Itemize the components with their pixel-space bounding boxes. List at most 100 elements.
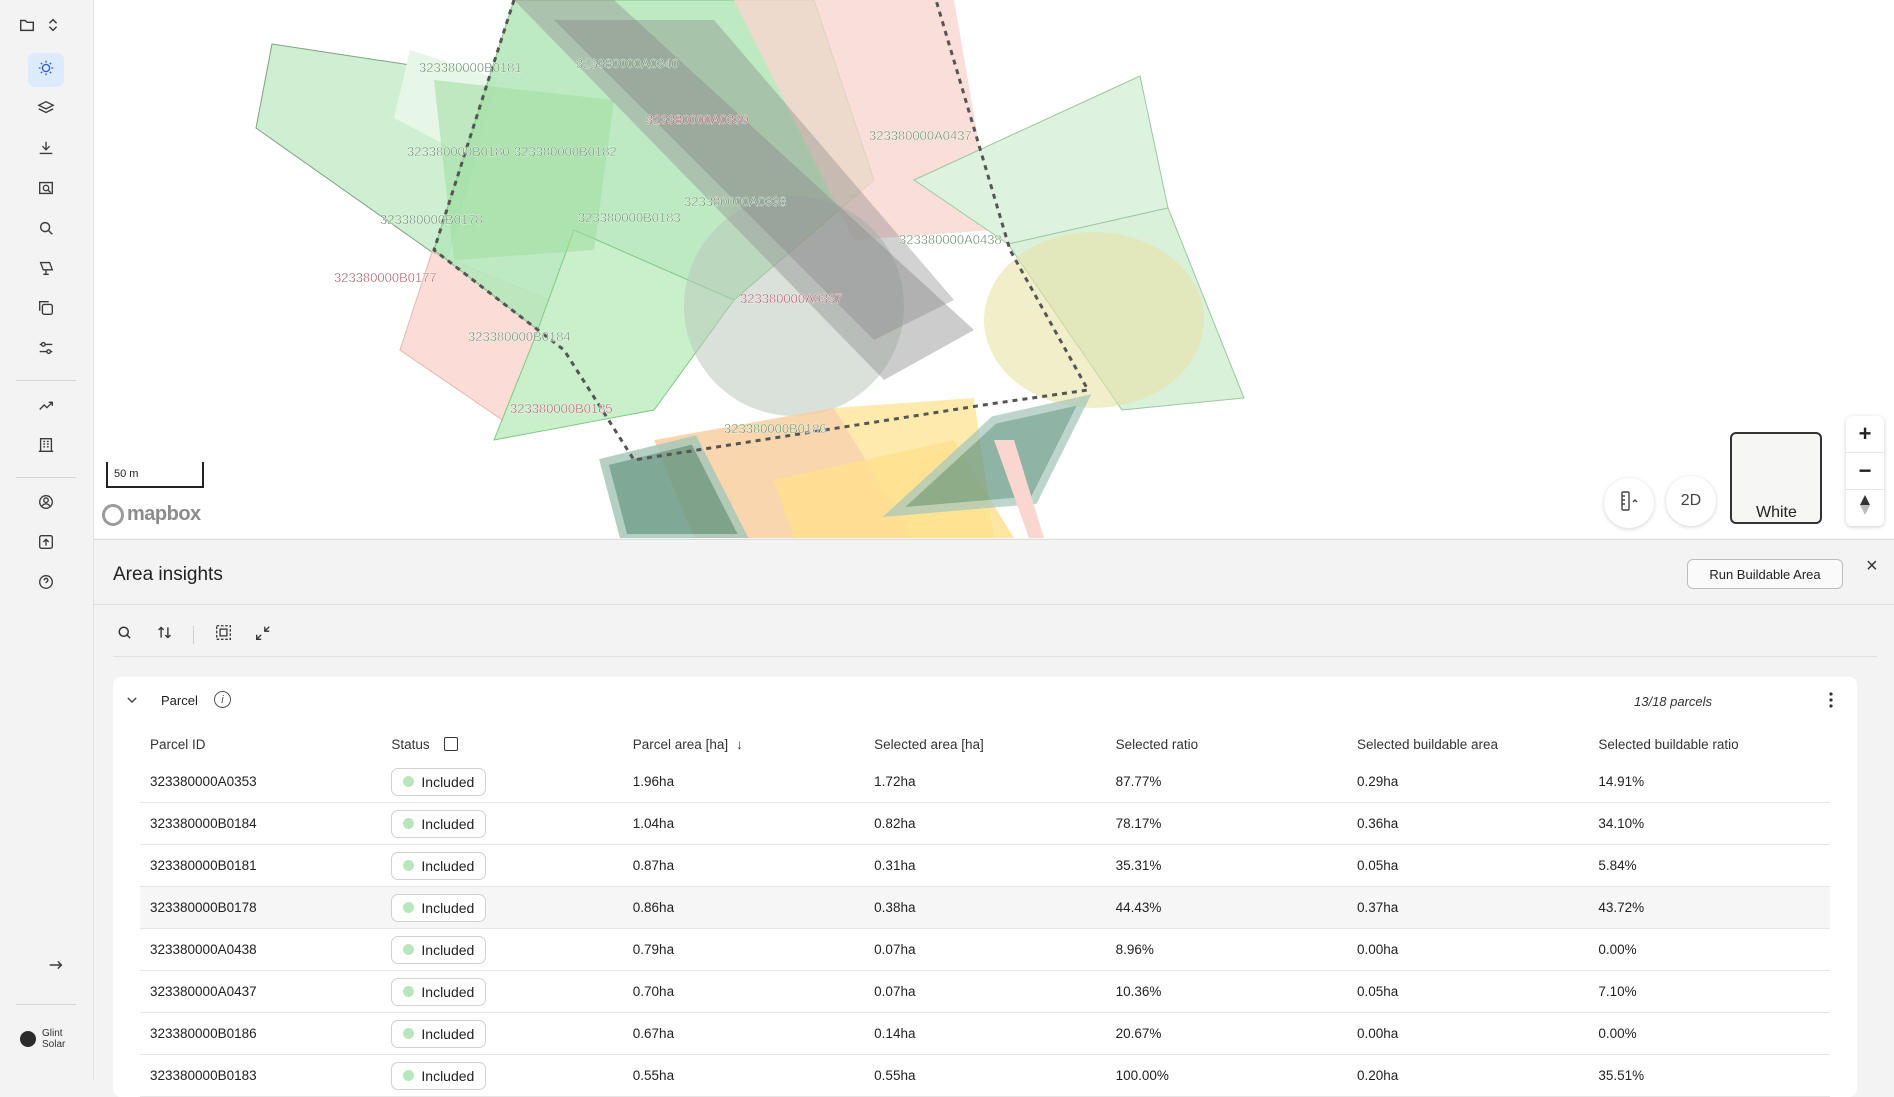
- table-row[interactable]: 323380000B0181 Included 0.87ha 0.31ha 35.31%…: [140, 845, 1830, 887]
- zoom-out-button[interactable]: −: [1846, 453, 1884, 490]
- sidebar-item-layers[interactable]: [28, 93, 64, 127]
- status-badge[interactable]: Included: [391, 977, 487, 1006]
- cell-parcel-area: 0.67ha: [632, 1026, 675, 1041]
- cell-buildable-area: 0.00ha: [1356, 1026, 1399, 1041]
- toolbar-divider: [193, 626, 194, 644]
- table-row[interactable]: 323380000A0437 Included 0.70ha 0.07ha 10.36%…: [140, 971, 1830, 1013]
- cell-parcel-id: 323380000B0178: [150, 900, 257, 915]
- sort-arrows-icon: [156, 624, 173, 646]
- sidebar-item-settings[interactable]: [28, 333, 64, 367]
- parcel-label[interactable]: 323380000B0184: [468, 329, 571, 344]
- sidebar-item-solar[interactable]: [28, 253, 64, 287]
- parcel-label[interactable]: 323380000A0438: [899, 232, 1002, 247]
- table-row[interactable]: 323380000B0186 Included 0.67ha 0.14ha 20.67%…: [140, 1013, 1830, 1055]
- parcel-label[interactable]: 323380000B0177: [334, 270, 437, 285]
- panel-divider: [94, 604, 1894, 605]
- column-header-selected-area[interactable]: Selected area [ha]: [864, 727, 1105, 761]
- basemap-style-switcher[interactable]: White: [1730, 432, 1822, 524]
- mapbox-attribution[interactable]: mapbox: [102, 503, 201, 526]
- sidebar-item-search[interactable]: [28, 213, 64, 247]
- measure-tool-button[interactable]: [1604, 478, 1654, 528]
- cell-buildable-ratio: 0.00%: [1598, 1026, 1637, 1041]
- info-icon[interactable]: i: [214, 691, 231, 708]
- cell-parcel-area: 1.96ha: [632, 774, 675, 789]
- sidebar-divider: [16, 1004, 76, 1005]
- compass-button[interactable]: [1846, 490, 1884, 526]
- parcel-label[interactable]: 323380000B0185: [510, 401, 613, 416]
- status-badge[interactable]: Included: [391, 851, 487, 880]
- parcel-label[interactable]: 323380000B0181: [419, 60, 522, 75]
- parcel-label[interactable]: 323380000B0180: [407, 144, 510, 159]
- cell-parcel-id: 323380000A0438: [150, 942, 257, 957]
- table-row[interactable]: 323380000A0353 Included 1.96ha 1.72ha 87.77%…: [140, 761, 1830, 803]
- collapse-parcel-section-button[interactable]: [125, 693, 139, 712]
- column-header-parcel-area[interactable]: Parcel area [ha] ↓: [623, 727, 864, 761]
- parcel-label[interactable]: 323380000A0339: [646, 112, 749, 127]
- constraint-overlay: [984, 232, 1204, 408]
- cell-buildable-area: 0.20ha: [1356, 1068, 1399, 1083]
- cell-status: Included: [381, 929, 622, 970]
- parcel-label[interactable]: 323380000B0178: [380, 212, 483, 227]
- run-buildable-area-button[interactable]: Run Buildable Area: [1687, 559, 1843, 589]
- select-area-button[interactable]: [212, 624, 234, 646]
- search-icon: [37, 219, 55, 242]
- sidebar-item-export[interactable]: [28, 527, 64, 561]
- sidebar-item-insights[interactable]: [28, 53, 64, 87]
- sidebar-item-analytics[interactable]: [28, 390, 64, 424]
- zoom-in-button[interactable]: +: [1846, 416, 1884, 453]
- table-row[interactable]: 323380000B0178 Included 0.86ha 0.38ha 44.43%…: [140, 887, 1830, 929]
- parcel-label[interactable]: 323380000A0337: [740, 291, 843, 306]
- column-header-selected-ratio[interactable]: Selected ratio: [1106, 727, 1347, 761]
- map-canvas[interactable]: 323380000B0181 323380000A0340 323380000A03…: [94, 0, 1894, 538]
- sidebar-item-copy[interactable]: [28, 293, 64, 327]
- minus-icon: −: [1858, 458, 1872, 483]
- building-icon: [37, 436, 55, 459]
- search-button[interactable]: [113, 624, 135, 646]
- cell-parcel-id: 323380000B0184: [150, 816, 257, 831]
- toolbar-divider-line: [113, 656, 1877, 657]
- table-body: 323380000A0353 Included 1.96ha 1.72ha 87.77%…: [140, 761, 1830, 1097]
- scale-label: 50 m: [114, 468, 139, 480]
- parcel-label[interactable]: 323380000A0340: [576, 56, 679, 71]
- status-badge[interactable]: Included: [391, 893, 487, 922]
- select-all-checkbox[interactable]: [443, 737, 458, 751]
- table-row[interactable]: 323380000B0184 Included 1.04ha 0.82ha 78.17%…: [140, 803, 1830, 845]
- cell-buildable-ratio: 5.84%: [1598, 858, 1637, 873]
- sidebar-divider: [16, 477, 76, 478]
- parcel-label[interactable]: 323380000B0186: [724, 421, 827, 436]
- collapse-button[interactable]: [252, 624, 274, 646]
- status-badge[interactable]: Included: [391, 1061, 487, 1090]
- plus-icon: +: [1858, 421, 1872, 446]
- cell-status: Included: [381, 971, 622, 1012]
- status-badge[interactable]: Included: [391, 1019, 487, 1048]
- sidebar-item-account[interactable]: [28, 487, 64, 521]
- status-badge[interactable]: Included: [391, 935, 487, 964]
- sidebar-item-search-area[interactable]: [28, 173, 64, 207]
- collapse-arrows-icon: [254, 624, 272, 647]
- sidebar-item-help[interactable]: [28, 567, 64, 601]
- view-mode-toggle[interactable]: 2D: [1666, 476, 1716, 526]
- cell-parcel-area: 0.70ha: [632, 984, 675, 999]
- parcel-label[interactable]: 323380000A0437: [869, 128, 972, 143]
- sidebar-item-buildings[interactable]: [28, 430, 64, 464]
- sort-button[interactable]: [153, 624, 175, 646]
- status-badge[interactable]: Included: [391, 809, 487, 838]
- table-row[interactable]: 323380000B0183 Included 0.55ha 0.55ha 100.00…: [140, 1055, 1830, 1097]
- close-icon: ×: [1866, 555, 1878, 577]
- sidebar-item-import[interactable]: [28, 133, 64, 167]
- close-panel-button[interactable]: ×: [1866, 555, 1878, 578]
- parcel-card-header: Parcel i 13/18 parcels: [113, 677, 1857, 727]
- column-header-buildable-ratio[interactable]: Selected buildable ratio: [1588, 727, 1829, 761]
- more-options-button[interactable]: [1824, 691, 1838, 714]
- column-header-buildable-area[interactable]: Selected buildable area: [1347, 727, 1588, 761]
- expand-sidebar-button[interactable]: [38, 950, 74, 984]
- table-row[interactable]: 323380000A0438 Included 0.79ha 0.07ha 8.96% 0…: [140, 929, 1830, 971]
- parcel-label[interactable]: 323380000B0182: [514, 144, 617, 159]
- column-header-status[interactable]: Status: [381, 727, 622, 761]
- column-header-parcel-id[interactable]: Parcel ID: [140, 727, 381, 761]
- project-switcher[interactable]: [14, 10, 66, 44]
- parcel-label[interactable]: 323380000B0183: [578, 210, 681, 225]
- status-badge[interactable]: Included: [391, 767, 487, 796]
- copy-icon: [37, 299, 55, 322]
- parcel-label[interactable]: 323380000A0338: [684, 194, 787, 209]
